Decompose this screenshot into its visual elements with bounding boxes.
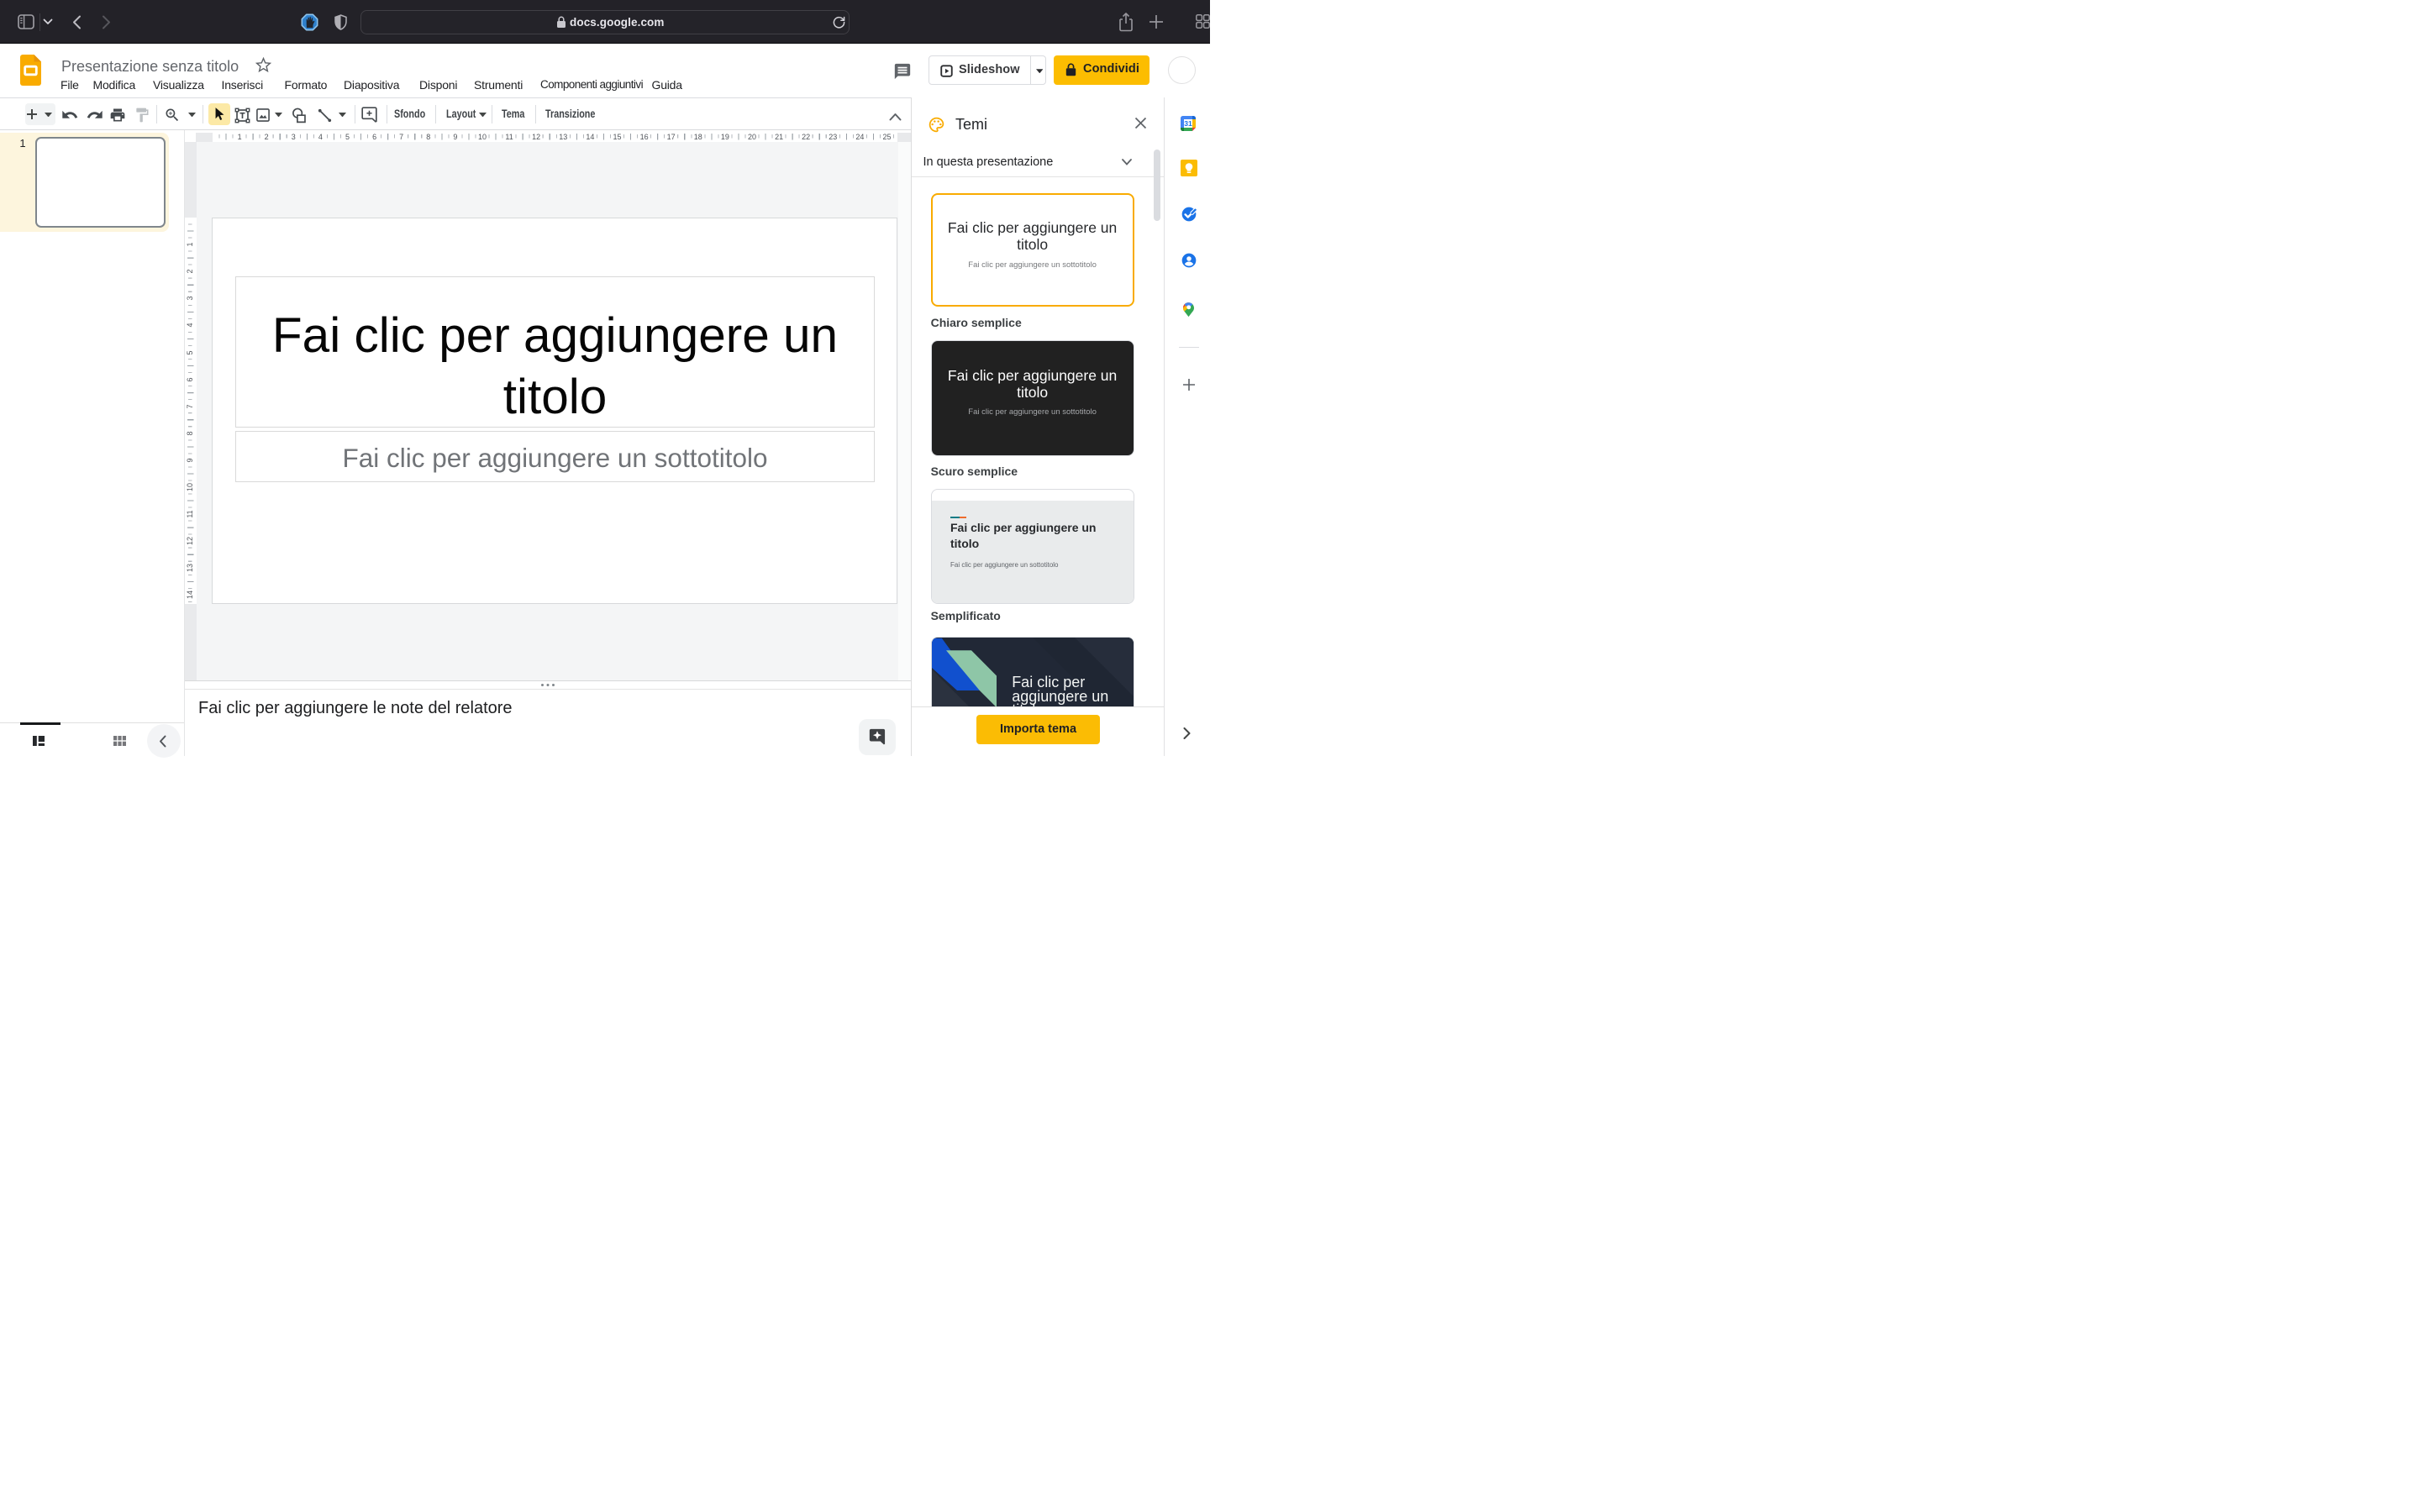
svg-text:31: 31	[1184, 119, 1192, 128]
